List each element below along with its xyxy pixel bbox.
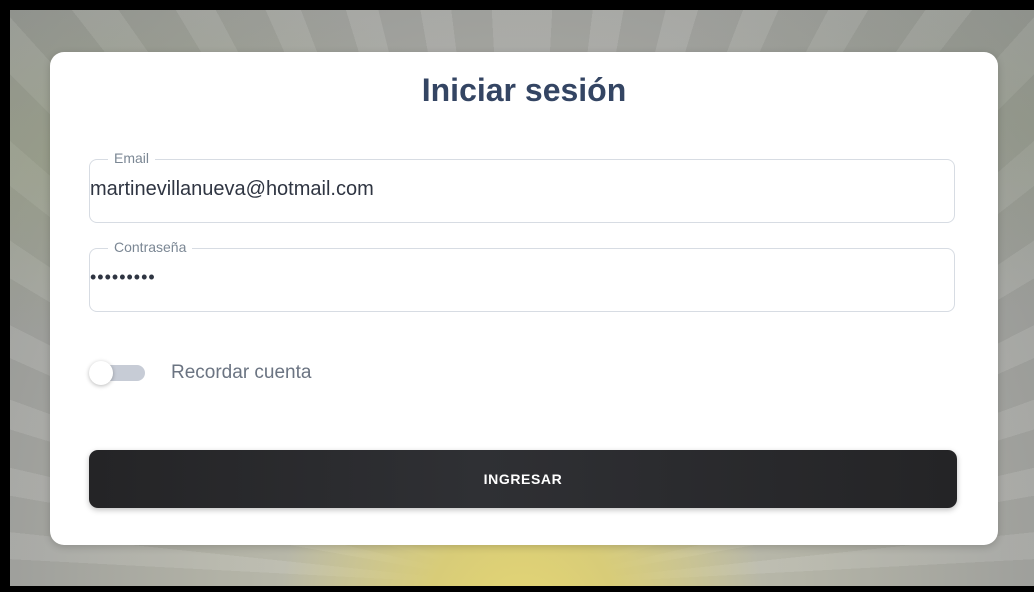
submit-button-label: INGRESAR (483, 471, 563, 487)
email-value: martinevillanueva@hotmail.com (90, 178, 374, 200)
remember-label: Recordar cuenta (171, 362, 312, 383)
remember-row: Recordar cuenta (89, 358, 311, 388)
login-card: Iniciar sesión Email martinevillanueva@h… (50, 52, 998, 545)
email-label: Email (108, 150, 156, 166)
password-value: ••••••••• (90, 267, 156, 287)
toggle-knob (89, 361, 113, 385)
background: Iniciar sesión Email martinevillanueva@h… (10, 10, 1034, 586)
submit-button[interactable]: INGRESAR (89, 450, 957, 508)
email-field[interactable]: Email martinevillanueva@hotmail.com (89, 150, 955, 223)
password-label: Contraseña (108, 239, 193, 255)
page-title: Iniciar sesión (421, 72, 627, 108)
remember-toggle[interactable] (89, 361, 147, 385)
password-field[interactable]: Contraseña ••••••••• (89, 239, 955, 312)
